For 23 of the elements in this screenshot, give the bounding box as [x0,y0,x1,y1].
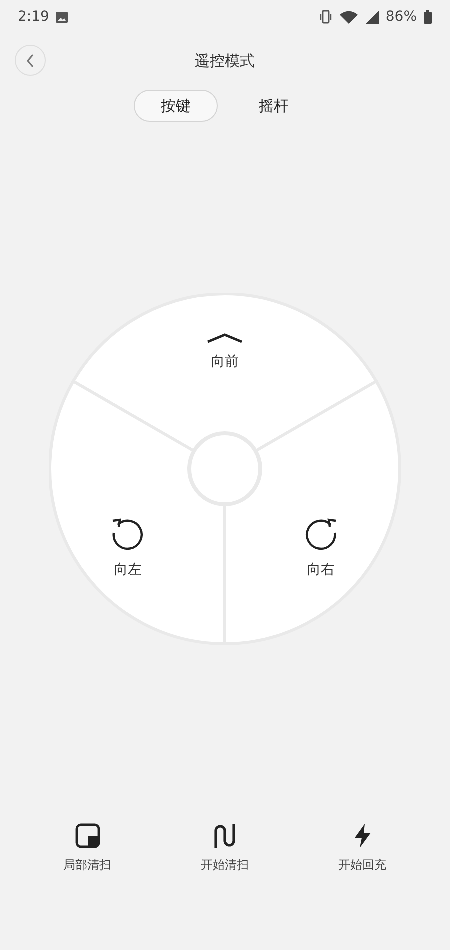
signal-icon [364,10,379,24]
status-time: 2:19 [18,9,50,25]
action-button[interactable]: 局部清扫 [38,823,138,874]
direction-label: 向前 [211,353,239,371]
image-icon [56,12,68,22]
page-title: 遥控模式 [195,52,255,70]
direction-label: 向右 [307,561,335,579]
action-button[interactable]: 开始清扫 [175,823,275,874]
chevron-left-icon [26,54,35,68]
battery-percent: 86% [386,9,417,25]
direction-pad-segment[interactable] [224,380,401,645]
direction-pad-segment[interactable] [49,380,226,645]
square-corner-icon [74,823,100,849]
mode-tab[interactable]: 摇杆 [232,90,316,122]
battery-icon [424,10,432,24]
direction-label: 向左 [114,561,142,579]
chevron-up-icon [207,333,243,343]
action-button[interactable]: 开始回充 [312,823,412,874]
zigzag-path-icon [213,823,237,849]
vibrate-icon [318,10,333,24]
mode-tab[interactable]: 按键 [134,90,218,122]
wifi-icon [340,10,358,24]
back-button[interactable] [15,45,46,76]
